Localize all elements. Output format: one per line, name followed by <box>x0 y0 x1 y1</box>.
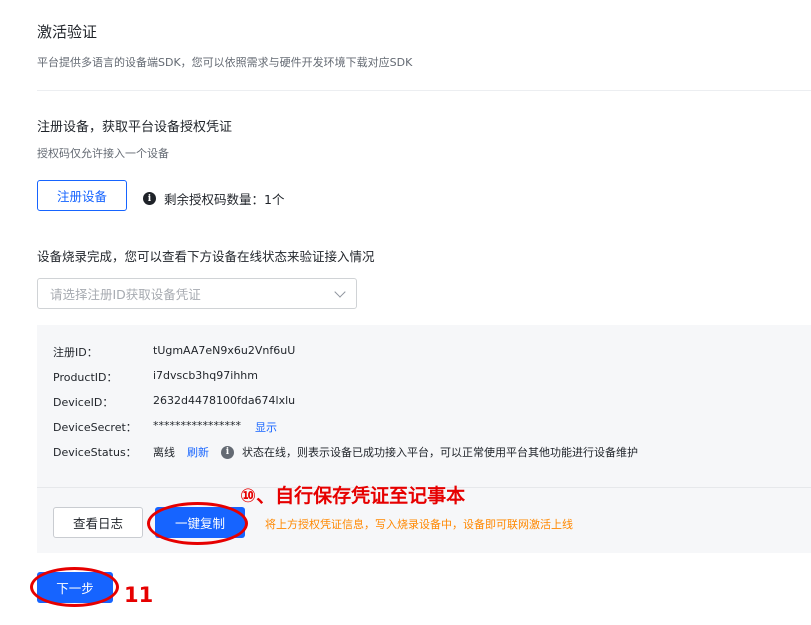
view-log-button[interactable]: 查看日志 <box>53 507 143 538</box>
annotation-step-11: 11 <box>124 583 154 607</box>
status-note: 状态在线，则表示设备已成功接入平台，可以正常使用平台其他功能进行设备维护 <box>242 446 638 459</box>
copy-hint: 将上方授权凭证信息，写入烧录设备中，设备即可联网激活上线 <box>265 518 573 531</box>
credential-label-device-id: DeviceID： <box>53 396 114 409</box>
credential-value-registration-id: tUgmAA7eN9x6u2Vnf6uU <box>153 344 296 357</box>
show-secret-link[interactable]: 显示 <box>255 419 277 435</box>
remaining-auth-codes: i 剩余授权码数量：1个 <box>143 189 284 208</box>
section-divider <box>37 90 811 91</box>
credential-value-device-status: 离线 <box>153 446 175 459</box>
chevron-down-icon <box>334 285 346 298</box>
page-subtitle: 平台提供多语言的设备端SDK，您可以依照需求与硬件开发环境下载对应SDK <box>37 56 413 69</box>
status-note-group: i 状态在线，则表示设备已成功接入平台，可以正常使用平台其他功能进行设备维护 <box>221 444 638 460</box>
credential-label-product-id: ProductID： <box>53 371 118 384</box>
page-title: 激活验证 <box>37 23 98 41</box>
refresh-status-link[interactable]: 刷新 <box>187 444 209 460</box>
annotation-step-10: ⑩、自行保存凭证至记事本 <box>240 485 466 507</box>
verify-heading: 设备烧录完成，您可以查看下方设备在线状态来验证接入情况 <box>37 249 375 264</box>
credential-label-device-secret: DeviceSecret： <box>53 421 137 434</box>
credential-value-product-id: i7dvscb3hq97ihhm <box>153 369 258 382</box>
one-click-copy-button[interactable]: 一键复制 <box>155 507 245 538</box>
info-icon: i <box>221 445 234 459</box>
credential-value-device-id: 2632d4478100fda674lxlu <box>153 394 296 407</box>
register-note: 授权码仅允许接入一个设备 <box>37 147 169 160</box>
register-heading: 注册设备，获取平台设备授权凭证 <box>37 120 233 135</box>
credential-value-device-secret: **************** <box>153 419 241 432</box>
register-device-button[interactable]: 注册设备 <box>37 180 127 211</box>
registration-id-select[interactable]: 请选择注册ID获取设备凭证 <box>37 278 357 309</box>
credential-label-device-status: DeviceStatus： <box>53 446 137 459</box>
next-step-button[interactable]: 下一步 <box>37 572 113 603</box>
credential-label-registration-id: 注册ID： <box>53 346 98 359</box>
select-placeholder: 请选择注册ID获取设备凭证 <box>50 287 201 302</box>
remaining-label: 剩余授权码数量：1个 <box>164 192 285 207</box>
credential-device-secret-group: **************** 显示 <box>153 419 277 435</box>
credential-device-status-group: 离线 刷新 i 状态在线，则表示设备已成功接入平台，可以正常使用平台其他功能进行… <box>153 444 638 460</box>
info-icon: i <box>143 192 156 205</box>
